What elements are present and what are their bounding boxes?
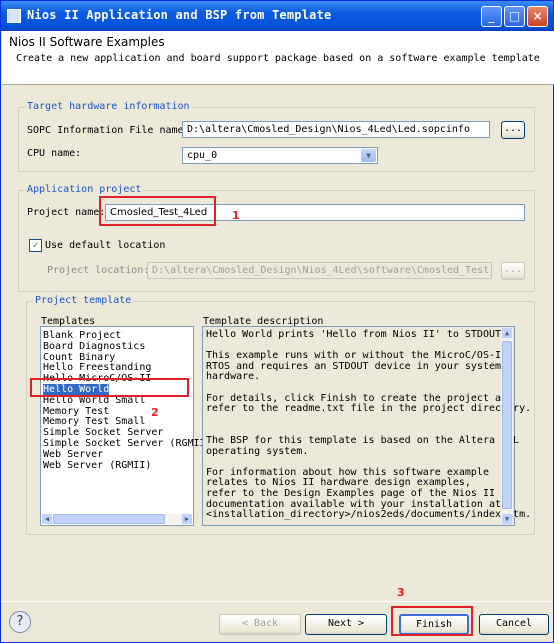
back-button-label: < Back (241, 618, 279, 629)
chevron-down-icon[interactable]: ▼ (361, 149, 376, 162)
page-title: Nios II Software Examples (9, 35, 165, 49)
sopc-file-label: SOPC Information File name: (27, 125, 190, 136)
template-list-item[interactable]: Web Server (RGMII) (43, 460, 151, 471)
sopc-browse-button[interactable]: ... (501, 121, 525, 139)
template-list-item[interactable]: Simple Socket Server (RGMII) (43, 438, 212, 449)
title-bar[interactable]: Nios II Application and BSP from Templat… (1, 1, 553, 31)
scroll-left-icon[interactable]: ◀ (42, 514, 52, 524)
next-button[interactable]: Next > (305, 614, 387, 635)
annotation-number-3: 3 (397, 586, 405, 599)
description-line: operating system. (206, 445, 309, 457)
cpu-name-select[interactable]: cpu_0 ▼ (182, 147, 378, 164)
project-template-legend: Project template (33, 295, 134, 306)
sopc-file-field[interactable]: D:\altera\Cmosled_Design\Nios_4Led\Led.s… (182, 121, 490, 138)
scroll-right-icon[interactable]: ▶ (182, 514, 192, 524)
target-hardware-legend: Target hardware information (25, 101, 192, 112)
description-line: The BSP for this template is based on th… (206, 435, 520, 446)
window-title: Nios II Application and BSP from Templat… (27, 8, 332, 22)
close-button[interactable]: × (527, 6, 548, 27)
cpu-name-label: CPU name: (27, 148, 82, 159)
annotation-box-2 (30, 378, 189, 397)
template-list-item[interactable]: Memory Test (43, 406, 109, 417)
cancel-button[interactable]: Cancel (479, 614, 549, 635)
template-list-item[interactable]: Memory Test Small (43, 416, 145, 427)
description-line: hardware. (206, 371, 261, 383)
maximize-button[interactable]: □ (504, 6, 525, 27)
template-list-item[interactable]: Count Binary (43, 352, 115, 363)
wizard-window: Nios II Application and BSP from Templat… (0, 0, 554, 643)
project-location-label: Project location: (47, 265, 150, 276)
templates-scroll-thumb[interactable] (53, 514, 165, 524)
annotation-box-1 (99, 196, 216, 226)
templates-list[interactable]: Blank Project Board Diagnostics Count Bina… (40, 326, 212, 526)
description-line: Hello World prints 'Hello from Nios II' … (206, 329, 508, 340)
back-button: < Back (219, 614, 301, 635)
template-list-item[interactable]: Web Server (43, 449, 103, 460)
cpu-name-value: cpu_0 (187, 150, 218, 161)
template-list-item[interactable]: Board Diagnostics (43, 341, 145, 352)
scroll-down-icon[interactable]: ▼ (502, 514, 512, 524)
footer-separator (1, 601, 553, 602)
scroll-up-icon[interactable]: ▲ (502, 328, 512, 338)
project-name-label: Project name: (27, 207, 106, 218)
description-vertical-scrollbar[interactable]: ▲ ▼ (501, 328, 513, 524)
project-location-field: D:\altera\Cmosled_Design\Nios_4Led\softw… (147, 262, 492, 279)
annotation-box-3 (391, 606, 473, 636)
description-scroll-thumb[interactable] (502, 341, 512, 509)
page-subtitle: Create a new application and board suppo… (16, 53, 540, 64)
wizard-header: Nios II Software Examples Create a new a… (2, 31, 554, 85)
template-list-item[interactable]: Simple Socket Server (43, 427, 163, 438)
annotation-number-1: 1 (232, 209, 240, 222)
use-default-location-label: Use default location (45, 240, 166, 251)
templates-horizontal-scrollbar[interactable]: ◀ ▶ (42, 514, 192, 524)
description-line: <installation_directory>/nios2eds/docume… (206, 509, 532, 521)
description-line: refer to the readme.txt file in the proj… (206, 403, 532, 415)
help-icon[interactable]: ? (9, 611, 31, 633)
use-default-location-checkbox[interactable]: ✓ (29, 239, 42, 252)
app-icon (7, 9, 21, 23)
annotation-number-2: 2 (151, 406, 159, 419)
template-list-item[interactable]: Blank Project (43, 330, 121, 341)
description-line: refer to the Design Examples page of the… (206, 488, 495, 499)
template-list-item[interactable]: Hello Freestanding (43, 362, 151, 373)
template-description-box[interactable]: Hello World prints 'Hello from Nios II' … (202, 326, 531, 526)
cancel-button-label: Cancel (495, 618, 533, 629)
next-button-label: Next > (327, 618, 365, 629)
application-project-legend: Application project (25, 184, 144, 195)
minimize-button[interactable]: _ (481, 6, 502, 27)
location-browse-button: ... (501, 262, 525, 280)
